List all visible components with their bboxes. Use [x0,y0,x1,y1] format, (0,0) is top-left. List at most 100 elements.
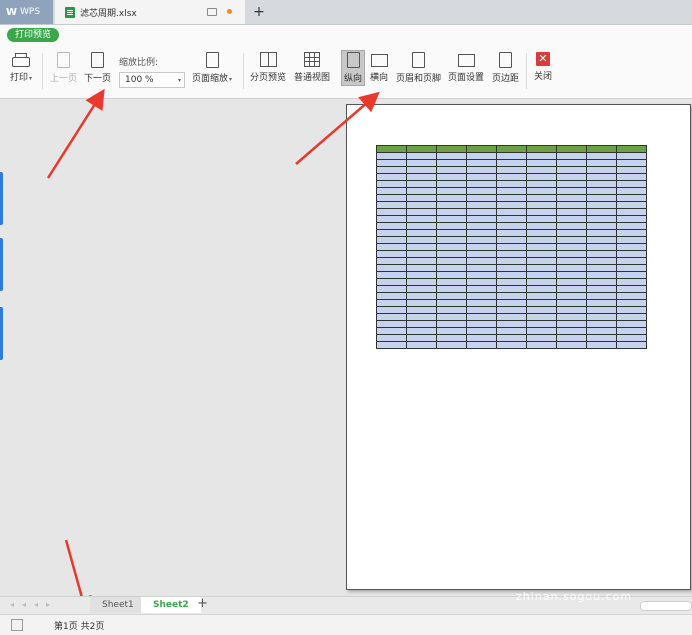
preview-row [376,215,647,223]
preview-cell [616,334,647,342]
preview-row [376,327,647,335]
preview-cell [466,257,497,265]
page-break-icon [259,52,277,67]
preview-cell [556,257,587,265]
preview-cell [556,334,587,342]
sheet-tab-sheet2[interactable]: Sheet2 [141,597,201,613]
preview-cell [556,271,587,279]
horizontal-scrollbar[interactable] [640,601,692,611]
preview-cell [586,327,617,335]
preview-cell [586,250,617,258]
side-panel-tab[interactable] [0,238,3,291]
preview-cell [616,236,647,244]
file-tab[interactable]: 滤芯周期.xlsx [55,0,245,24]
preview-cell [526,313,557,321]
side-panel-tab[interactable] [0,307,3,360]
print-preview-mode-pill[interactable]: 打印预览 [7,28,60,42]
new-tab-button[interactable]: + [250,2,268,22]
preview-cell [526,285,557,293]
preview-cell [586,194,617,202]
preview-row [376,208,647,216]
preview-cell [556,264,587,272]
preview-cell [586,145,617,153]
preview-cell [556,278,587,286]
preview-row [376,194,647,202]
preview-cell [466,159,497,167]
print-button[interactable]: 打印▾ [10,52,32,83]
preview-cell [436,292,467,300]
preview-cell [556,299,587,307]
close-preview-button[interactable]: ✕ 关闭 [534,52,552,82]
portrait-button[interactable]: 纵向 [341,50,366,86]
preview-cell [586,243,617,251]
preview-cell [556,341,587,349]
preview-cell [616,341,647,349]
preview-cell [586,222,617,230]
preview-cell [616,201,647,209]
preview-row [376,180,647,188]
prev-page-button[interactable]: 上一页 [50,52,77,84]
sogou-logo-icon: S [515,546,553,584]
preview-cell [616,299,647,307]
preview-cell [556,292,587,300]
preview-cell [436,285,467,293]
margins-button[interactable]: 页边距 [492,52,519,84]
preview-cell [526,271,557,279]
preview-cell [466,236,497,244]
add-sheet-button[interactable]: + [197,596,208,611]
sheet-nav-arrows-icon[interactable]: ◂◂◂▸ [10,600,58,609]
preview-cell [496,180,527,188]
preview-cell [436,271,467,279]
preview-cell [526,145,557,153]
preview-cell [556,145,587,153]
preview-cell [436,306,467,314]
preview-cell [466,278,497,286]
preview-cell [496,313,527,321]
next-page-button[interactable]: 下一页 [84,52,111,84]
preview-cell [376,313,407,321]
monitor-icon[interactable] [207,8,217,16]
wps-home-tab[interactable]: W WPS [0,0,53,24]
preview-cell [496,187,527,195]
zoom-select[interactable]: 100 % ▾ [119,72,185,88]
preview-cell [406,292,437,300]
preview-cell [526,299,557,307]
preview-cell [616,229,647,237]
unsaved-dot-icon [227,9,232,14]
preview-cell [526,187,557,195]
preview-cell [466,166,497,174]
watermark-url: zhinan.sogou.com [516,590,633,603]
preview-cell [616,173,647,181]
preview-cell [406,208,437,216]
preview-row [376,313,647,321]
preview-cell [406,243,437,251]
preview-cell [406,264,437,272]
preview-cell [496,292,527,300]
preview-cell [406,341,437,349]
preview-cell [496,152,527,160]
normal-view-button[interactable]: 普通视图 [294,52,330,83]
side-panel-tab[interactable] [0,172,3,225]
page-break-preview-button[interactable]: 分页预览 [250,52,286,83]
header-footer-button[interactable]: 页眉和页脚 [396,52,441,84]
sheet-tab-sheet1[interactable]: Sheet1 [90,597,146,613]
preview-cell [586,236,617,244]
preview-row [376,243,647,251]
page-zoom-button[interactable]: 页面缩放▾ [192,52,232,84]
preview-cell [436,173,467,181]
preview-cell [376,187,407,195]
grid-icon [304,52,320,67]
preview-cell [556,152,587,160]
preview-cell [616,313,647,321]
preview-cell [556,222,587,230]
preview-cell [616,292,647,300]
preview-cell [616,180,647,188]
preview-cell [616,306,647,314]
preview-cell [586,285,617,293]
page-setup-button[interactable]: 页面设置 [448,52,484,83]
preview-cell [406,313,437,321]
preview-cell [616,271,647,279]
preview-cell [616,215,647,223]
landscape-button[interactable]: 横向 [370,52,388,83]
preview-cell [496,306,527,314]
